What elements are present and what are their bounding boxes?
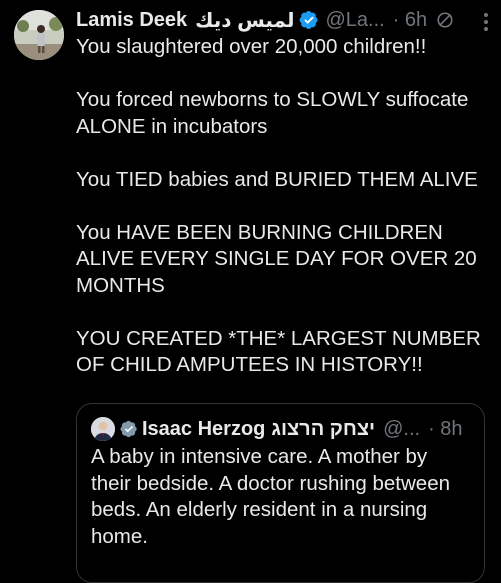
quoted-tweet-text: A baby in intensive care. A mother by th…	[91, 445, 450, 548]
avatar-photo-icon	[91, 417, 115, 441]
more-options-icon[interactable]	[483, 12, 489, 32]
author-name-arabic[interactable]: لميس ديك	[195, 8, 294, 33]
quoted-tweet-timestamp[interactable]: · 8h	[428, 418, 462, 441]
tweet-paragraph: You forced newborns to SLOWLY suffocate …	[76, 88, 469, 138]
author-avatar[interactable]	[14, 10, 64, 60]
tweet-paragraph: You slaughtered over 20,000 children!!	[76, 35, 427, 58]
verified-badge-icon[interactable]	[120, 420, 138, 438]
quoted-author-name[interactable]: Isaac Herzog	[142, 418, 265, 441]
tweet-text: You slaughtered over 20,000 children!! Y…	[76, 34, 491, 405]
quoted-tweet-card[interactable]: Isaac Herzog יצחק הרצוג @... · 8h A baby…	[76, 403, 485, 583]
author-handle[interactable]: @La...	[325, 9, 384, 32]
avatar-photo-icon	[14, 10, 64, 60]
tweet-timestamp[interactable]: · 6h	[393, 9, 427, 32]
author-name[interactable]: Lamis Deek	[76, 9, 187, 32]
quoted-author-name-hebrew[interactable]: יצחק הרצוג	[271, 418, 375, 441]
tweet-paragraph: YOU CREATED *THE* LARGEST NUMBER OF CHIL…	[76, 326, 481, 377]
tweet-header: Lamis Deek لميس ديك @La... · 6h	[76, 6, 491, 34]
tweet-paragraph: You HAVE BEEN BURNING CHILDREN ALIVE EVE…	[76, 220, 477, 297]
verified-badge-icon[interactable]	[299, 10, 319, 30]
quoted-author-avatar[interactable]	[91, 417, 115, 441]
tweet-paragraph: You TIED babies and BURIED THEM ALIVE	[76, 167, 478, 191]
quoted-tweet-header: Isaac Herzog יצחק הרצוג @... · 8h	[91, 416, 470, 442]
quoted-author-handle[interactable]: @...	[383, 418, 420, 441]
mute-icon[interactable]	[436, 11, 454, 29]
